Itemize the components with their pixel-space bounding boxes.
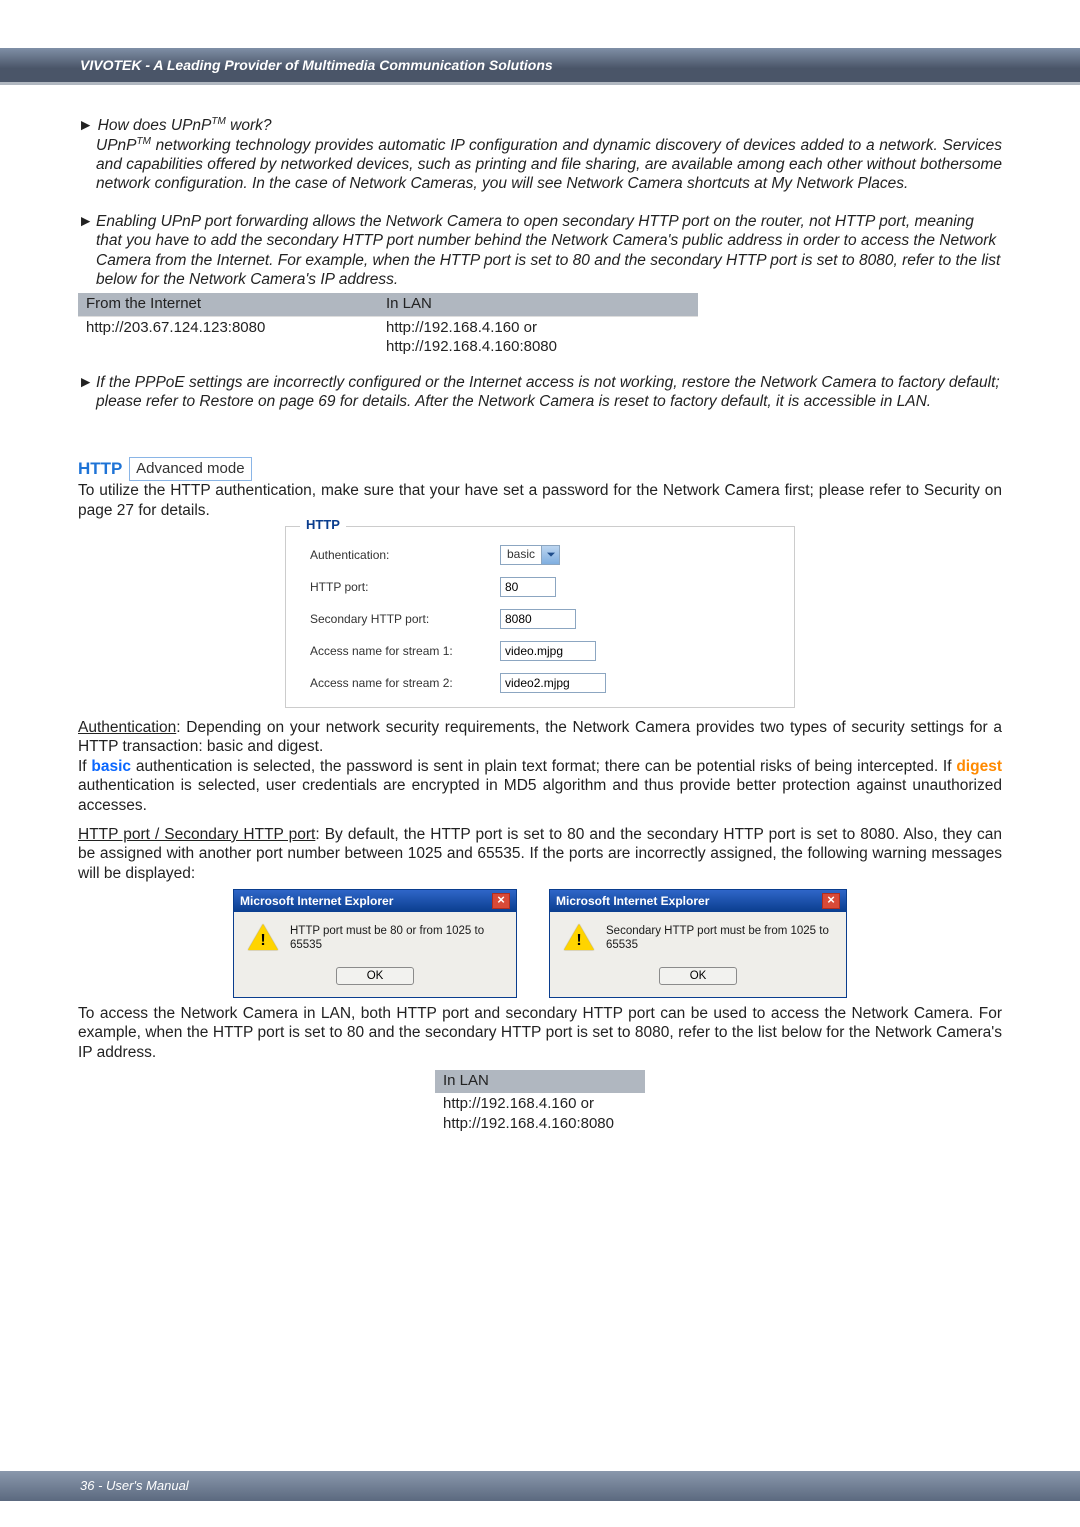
faq2-body: Enabling UPnP port forwarding allows the… xyxy=(96,212,1002,290)
faq-block-2: ► Enabling UPnP port forwarding allows t… xyxy=(78,212,1002,290)
basic-keyword: basic xyxy=(91,758,131,775)
secondary-port-label: Secondary HTTP port: xyxy=(310,612,500,627)
dialog2-message: Secondary HTTP port must be from 1025 to… xyxy=(606,924,832,953)
stream2-input[interactable] xyxy=(500,673,606,693)
authentication-paragraph-2: If basic authentication is selected, the… xyxy=(78,757,1002,815)
faq1-question-prefix: ► How does UPnP xyxy=(78,117,211,134)
warning-dialog-1: Microsoft Internet Explorer × ! HTTP por… xyxy=(233,889,517,998)
row-authentication: Authentication: basic xyxy=(310,545,770,565)
after-dialog-text: To access the Network Camera in LAN, bot… xyxy=(78,1004,1002,1062)
http-label: HTTP xyxy=(78,458,122,479)
auth-p2b: authentication is selected, the password… xyxy=(131,758,956,775)
stream2-label: Access name for stream 2: xyxy=(310,676,500,691)
close-icon[interactable]: × xyxy=(492,893,510,909)
http-port-paragraph: HTTP port / Secondary HTTP port: By defa… xyxy=(78,825,1002,883)
faq1-question-suffix: work? xyxy=(226,117,272,134)
chevron-down-icon[interactable] xyxy=(541,546,559,564)
faq-block-3: ► If the PPPoE settings are incorrectly … xyxy=(78,373,1002,412)
content-area: ► How does UPnPTM work? UPnPTM networkin… xyxy=(78,116,1002,1136)
stream1-input[interactable] xyxy=(500,641,596,661)
lan-table: In LAN http://192.168.4.160 or http://19… xyxy=(435,1070,645,1136)
table1-cell-internet: http://203.67.124.123:8080 xyxy=(78,317,378,359)
table1-cell-lan: http://192.168.4.160 or http://192.168.4… xyxy=(378,317,698,359)
authentication-text-1: : Depending on your network security req… xyxy=(78,719,1002,755)
ip-address-table: From the Internet In LAN http://203.67.1… xyxy=(78,293,698,358)
faq1-body: networking technology provides automatic… xyxy=(96,137,1002,193)
faq-block-1: ► How does UPnPTM work? UPnPTM networkin… xyxy=(78,116,1002,194)
http-port-label: HTTP port: xyxy=(310,580,500,595)
authentication-label: Authentication: xyxy=(310,548,500,563)
header-underline xyxy=(0,82,1080,85)
table1-header-internet: From the Internet xyxy=(78,293,378,316)
ok-button[interactable]: OK xyxy=(336,967,414,985)
row-stream1: Access name for stream 1: xyxy=(310,641,770,661)
stream1-label: Access name for stream 1: xyxy=(310,644,500,659)
dialog1-title: Microsoft Internet Explorer xyxy=(240,894,393,909)
warning-icon: ! xyxy=(248,924,278,952)
http-port-heading: HTTP port / Secondary HTTP port xyxy=(78,826,315,843)
lan-table-row1: http://192.168.4.160 or xyxy=(435,1093,645,1116)
http-section-heading: HTTP Advanced mode xyxy=(78,457,1002,481)
close-icon-2[interactable]: × xyxy=(822,893,840,909)
bullet-icon-2: ► xyxy=(78,373,96,412)
warning-icon-2: ! xyxy=(564,924,594,952)
lan-table-row2: http://192.168.4.160:8080 xyxy=(435,1115,645,1136)
ok-button-2[interactable]: OK xyxy=(659,967,737,985)
advanced-mode-tag: Advanced mode xyxy=(129,457,251,481)
warning-dialog-2: Microsoft Internet Explorer × ! Secondar… xyxy=(549,889,847,998)
dialog2-title: Microsoft Internet Explorer xyxy=(556,894,709,909)
dialog2-titlebar: Microsoft Internet Explorer × xyxy=(550,890,846,912)
digest-keyword: digest xyxy=(956,758,1002,775)
authentication-heading: Authentication xyxy=(78,719,176,736)
dialog1-titlebar: Microsoft Internet Explorer × xyxy=(234,890,516,912)
faq3-body: If the PPPoE settings are incorrectly co… xyxy=(96,373,1002,412)
tm-superscript-2: TM xyxy=(137,136,151,147)
secondary-port-input[interactable] xyxy=(500,609,576,629)
http-form-legend: HTTP xyxy=(300,517,346,533)
row-stream2: Access name for stream 2: xyxy=(310,673,770,693)
warning-dialogs: Microsoft Internet Explorer × ! HTTP por… xyxy=(78,889,1002,998)
page: VIVOTEK - A Leading Provider of Multimed… xyxy=(0,0,1080,1527)
tm-superscript: TM xyxy=(211,116,225,127)
auth-p2a: If xyxy=(78,758,91,775)
lan-table-header: In LAN xyxy=(435,1070,645,1093)
bullet-icon: ► xyxy=(78,212,96,290)
http-form: HTTP Authentication: basic HTTP port: Se… xyxy=(285,526,795,708)
authentication-paragraph: Authentication: Depending on your networ… xyxy=(78,718,1002,757)
dialog1-message: HTTP port must be 80 or from 1025 to 655… xyxy=(290,924,502,953)
authentication-value: basic xyxy=(501,546,541,564)
table1-lan-line2: http://192.168.4.160:8080 xyxy=(386,338,690,357)
auth-p2c: authentication is selected, user credent… xyxy=(78,777,1002,813)
row-secondary-port: Secondary HTTP port: xyxy=(310,609,770,629)
authentication-select[interactable]: basic xyxy=(500,545,560,565)
row-http-port: HTTP port: xyxy=(310,577,770,597)
table1-lan-line1: http://192.168.4.160 or xyxy=(386,319,690,338)
header-banner: VIVOTEK - A Leading Provider of Multimed… xyxy=(0,48,1080,82)
http-intro-text: To utilize the HTTP authentication, make… xyxy=(78,481,1002,520)
faq1-body-prefix: UPnP xyxy=(96,137,137,154)
table1-header-lan: In LAN xyxy=(378,293,698,316)
footer-bar: 36 - User's Manual xyxy=(0,1471,1080,1501)
http-port-input[interactable] xyxy=(500,577,556,597)
